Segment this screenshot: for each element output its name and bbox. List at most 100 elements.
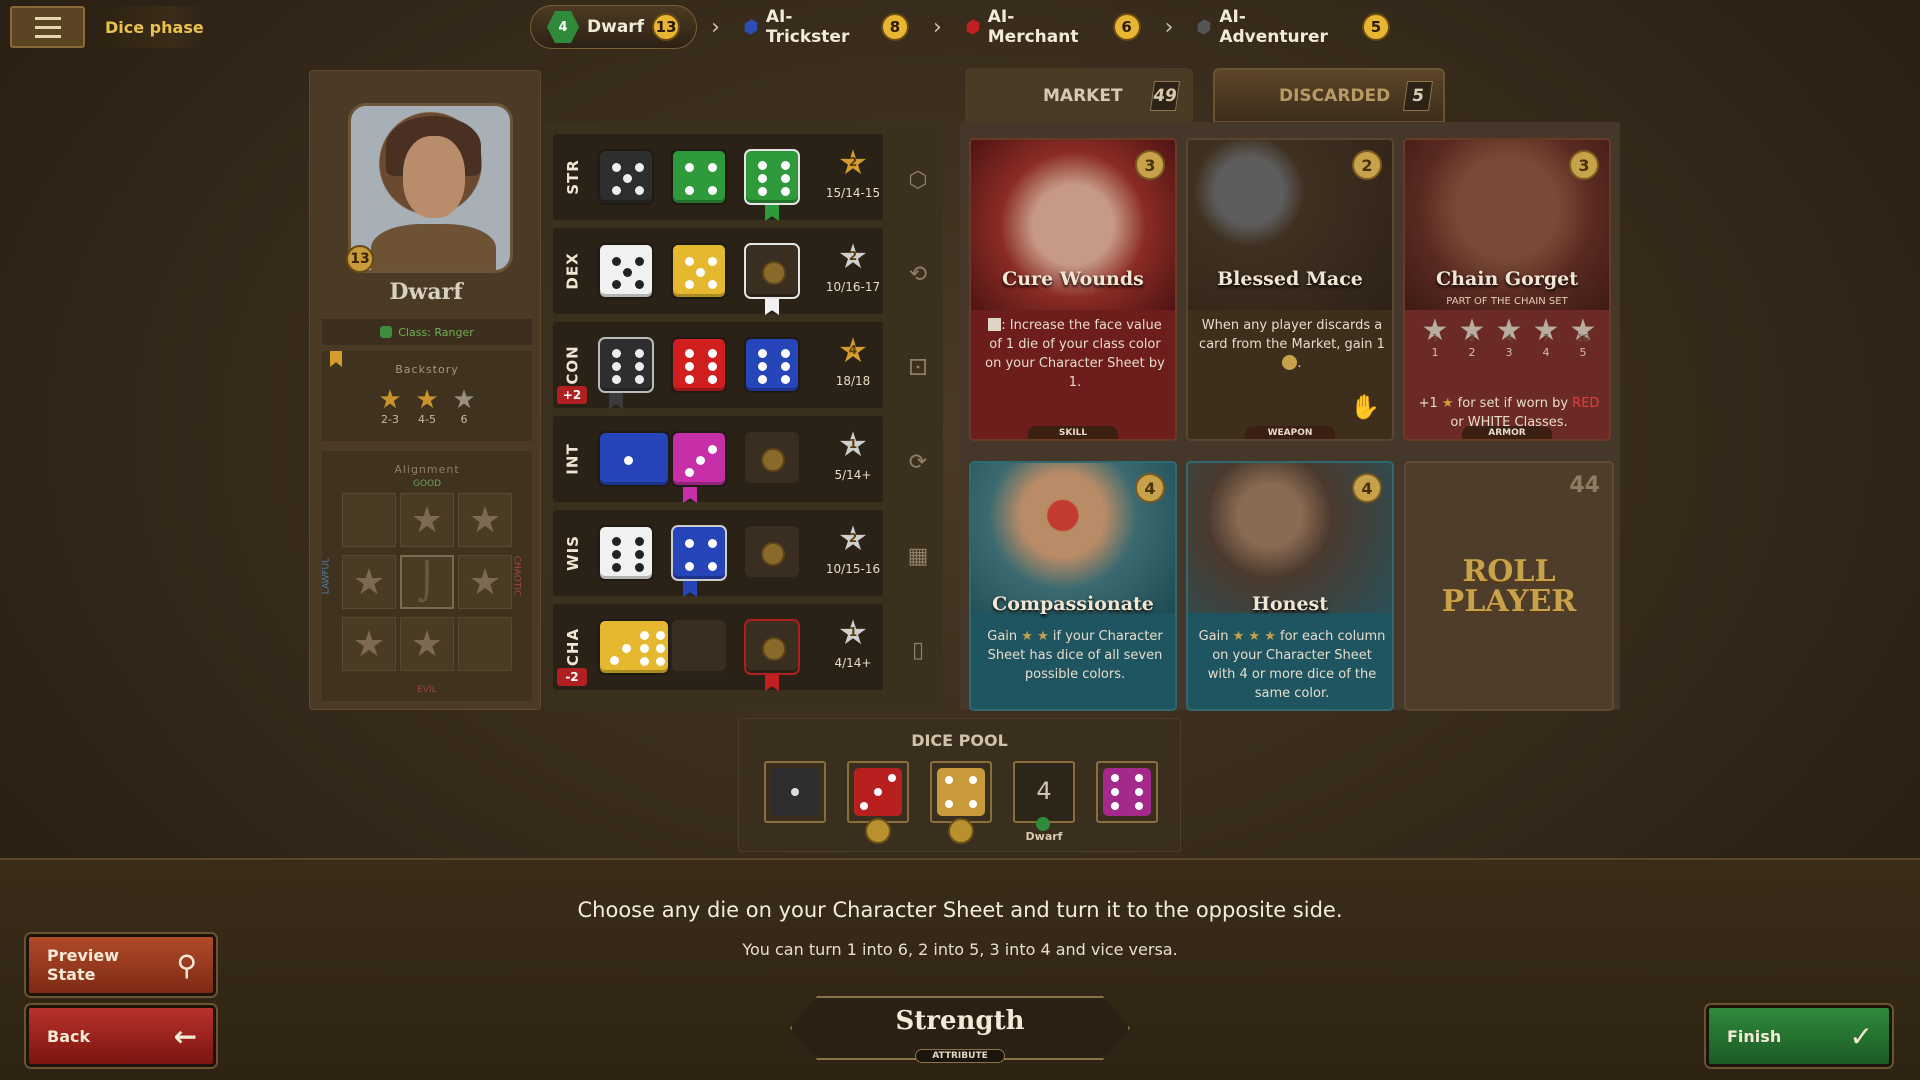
alignment-cell: ★ [400, 617, 454, 671]
pool-die-yellow[interactable] [930, 761, 992, 823]
menu-button[interactable] [10, 6, 85, 48]
class-gem-icon [741, 17, 760, 36]
die-white[interactable] [598, 243, 654, 299]
die-yellow[interactable] [598, 619, 670, 675]
player-level-badge: 8 [881, 13, 909, 41]
card-honest[interactable]: 4 Honest Gain ★ ★ ★ for each column on y… [1186, 461, 1394, 711]
player-ai-merchant[interactable]: AI-Merchant 6 [956, 5, 1151, 49]
character-panel: 13 Dwarf Class: Ranger Backstory ★ 2-3 ★ 4… [309, 70, 541, 710]
instruction-subtext: You can turn 1 into 6, 2 into 5, 3 into … [742, 940, 1178, 959]
tab-market[interactable]: MARKET 49 [965, 68, 1193, 123]
die-white[interactable] [598, 525, 654, 581]
bookmark-icon [765, 299, 779, 315]
attribute-row-str: STR ★ 2 15/14-15 [553, 134, 883, 221]
attribute-score: ★ 1 5/14+ [834, 425, 872, 482]
current-attribute-banner: Strength ATTRIBUTE [790, 996, 1130, 1063]
die-red[interactable] [671, 337, 727, 393]
star-icon: ★ ★ [1021, 629, 1049, 644]
gold-coin-icon [865, 818, 891, 844]
die-green[interactable] [671, 149, 727, 205]
modifier-badge: -2 [557, 668, 587, 686]
chevron-right-icon: › [1164, 14, 1174, 40]
star-icon: ★ [1441, 396, 1454, 411]
back-button[interactable]: Back ← [26, 1005, 216, 1067]
player-ai-trickster[interactable]: AI-Trickster 8 [734, 5, 919, 49]
attribute-score: ★ 2 10/15-16 [825, 519, 881, 576]
character-level-badge: 13 [346, 245, 374, 273]
attribute-kind: ATTRIBUTE [915, 1049, 1005, 1063]
empty-die-slot[interactable] [744, 243, 800, 299]
die-blue[interactable] [744, 337, 800, 393]
card-title: Blessed Mace [1217, 268, 1363, 290]
die-green-selected[interactable] [744, 149, 800, 205]
player-dwarf[interactable]: 4 Dwarf 13 [530, 5, 698, 49]
empty-die-slot[interactable] [744, 431, 800, 487]
bookmark-icon [765, 675, 779, 691]
backstory-section[interactable]: Backstory ★ 2-3 ★ 4-5 ★ 6 [322, 351, 532, 441]
die-yellow[interactable] [671, 243, 727, 299]
cost-badge: 2 [1352, 150, 1382, 180]
attribute-score: ★ 2 10/16-17 [825, 237, 881, 294]
hand-icon: ✋ [1350, 393, 1380, 421]
card-blessed-mace[interactable]: 2 Blessed Mace When any player discards … [1186, 138, 1394, 441]
empty-die-slot[interactable] [671, 619, 727, 675]
race-name: Dwarf [389, 279, 463, 305]
bookmark-icon [683, 581, 697, 597]
player-level-badge: 6 [1112, 13, 1141, 41]
set-bonus-stars: ★ 1 1 ★ 2 2 ★ 4 3 ★ 7 4 ★ 10 5 [1421, 313, 1597, 360]
dice-swap-icon[interactable]: ⬡ [903, 166, 933, 196]
cost-badge: 3 [1569, 150, 1599, 180]
card-cure-wounds[interactable]: 3 Cure Wounds : Increase the face value … [969, 138, 1177, 441]
cost-badge: 4 [1352, 473, 1382, 503]
die-black[interactable] [598, 149, 654, 205]
class-row[interactable]: Class: Ranger [322, 319, 532, 345]
attribute-row-int: INT ★ 1 5/14+ [553, 416, 883, 503]
market-deck[interactable]: 44 ROLL PLAYER [1404, 461, 1614, 711]
attribute-name: WIS [564, 535, 582, 571]
action-icon [988, 318, 1002, 331]
pool-die-owner: Dwarf [1025, 830, 1063, 843]
card-subtitle: PART OF THE CHAIN SET [1446, 296, 1568, 307]
card-compassionate[interactable]: 4 Compassionate Gain ★ ★ if your Charact… [969, 461, 1177, 711]
die-purple[interactable] [671, 431, 727, 487]
card-chain-gorget[interactable]: 3 Chain Gorget PART OF THE CHAIN SET ★ 1 1… [1403, 138, 1611, 441]
player-name: AI-Trickster [765, 7, 850, 47]
die-black[interactable] [598, 337, 654, 393]
attribute-name: INT [564, 443, 582, 475]
attribute-board: STR ★ 2 15/14-15 ⬡ DEX ★ 2 10/16-17 ⟲ CON +2 [545, 122, 943, 710]
finish-button[interactable]: Finish ✓ [1706, 1005, 1892, 1067]
arrow-left-icon: ← [173, 1019, 197, 1053]
pool-die-claimed[interactable]: 4 [1013, 761, 1075, 823]
grid-icon[interactable]: ▦ [903, 542, 933, 572]
alignment-cell: ★ [458, 493, 512, 547]
die-blue[interactable] [671, 525, 727, 581]
die-blue[interactable] [598, 431, 670, 487]
dice-pool-title: DICE POOL [911, 731, 1008, 750]
dice-modify-icon[interactable]: ⚀ [903, 354, 933, 384]
chaotic-label: CHAOTIC [511, 555, 522, 597]
preview-state-button[interactable]: Preview State ⚲ [26, 934, 216, 996]
empty-die-slot[interactable] [744, 619, 800, 675]
card-text: : Increase the face value of 1 die of yo… [985, 318, 1165, 390]
pool-die-purple[interactable] [1096, 761, 1158, 823]
pool-die-black[interactable] [764, 761, 826, 823]
alignment-marker: ⌡ [400, 555, 454, 609]
instruction-text: Choose any die on your Character Sheet a… [577, 898, 1343, 922]
alignment-cell: ★ [400, 493, 454, 547]
pool-die-red[interactable] [847, 761, 909, 823]
character-portrait[interactable] [348, 103, 513, 273]
card-title: Chain Gorget [1436, 268, 1578, 290]
player-ai-adventurer[interactable]: AI-Adventurer 5 [1187, 5, 1400, 49]
chevron-right-icon: › [711, 14, 720, 40]
empty-die-slot[interactable] [744, 525, 800, 581]
alignment-cell: ★ [342, 617, 396, 671]
class-label: Class: Ranger [398, 325, 474, 339]
good-label: GOOD [412, 479, 442, 489]
card-icon[interactable]: ▯ [903, 636, 933, 666]
dice-reroll-icon[interactable]: ⟳ [903, 448, 933, 478]
card-text: When any player discards a card from the… [1199, 318, 1385, 371]
class-level-badge: 4 [547, 11, 579, 43]
tab-label: MARKET [1043, 85, 1123, 106]
dice-rotate-icon[interactable]: ⟲ [903, 260, 933, 290]
tab-discarded[interactable]: DISCARDED 5 [1213, 68, 1445, 123]
